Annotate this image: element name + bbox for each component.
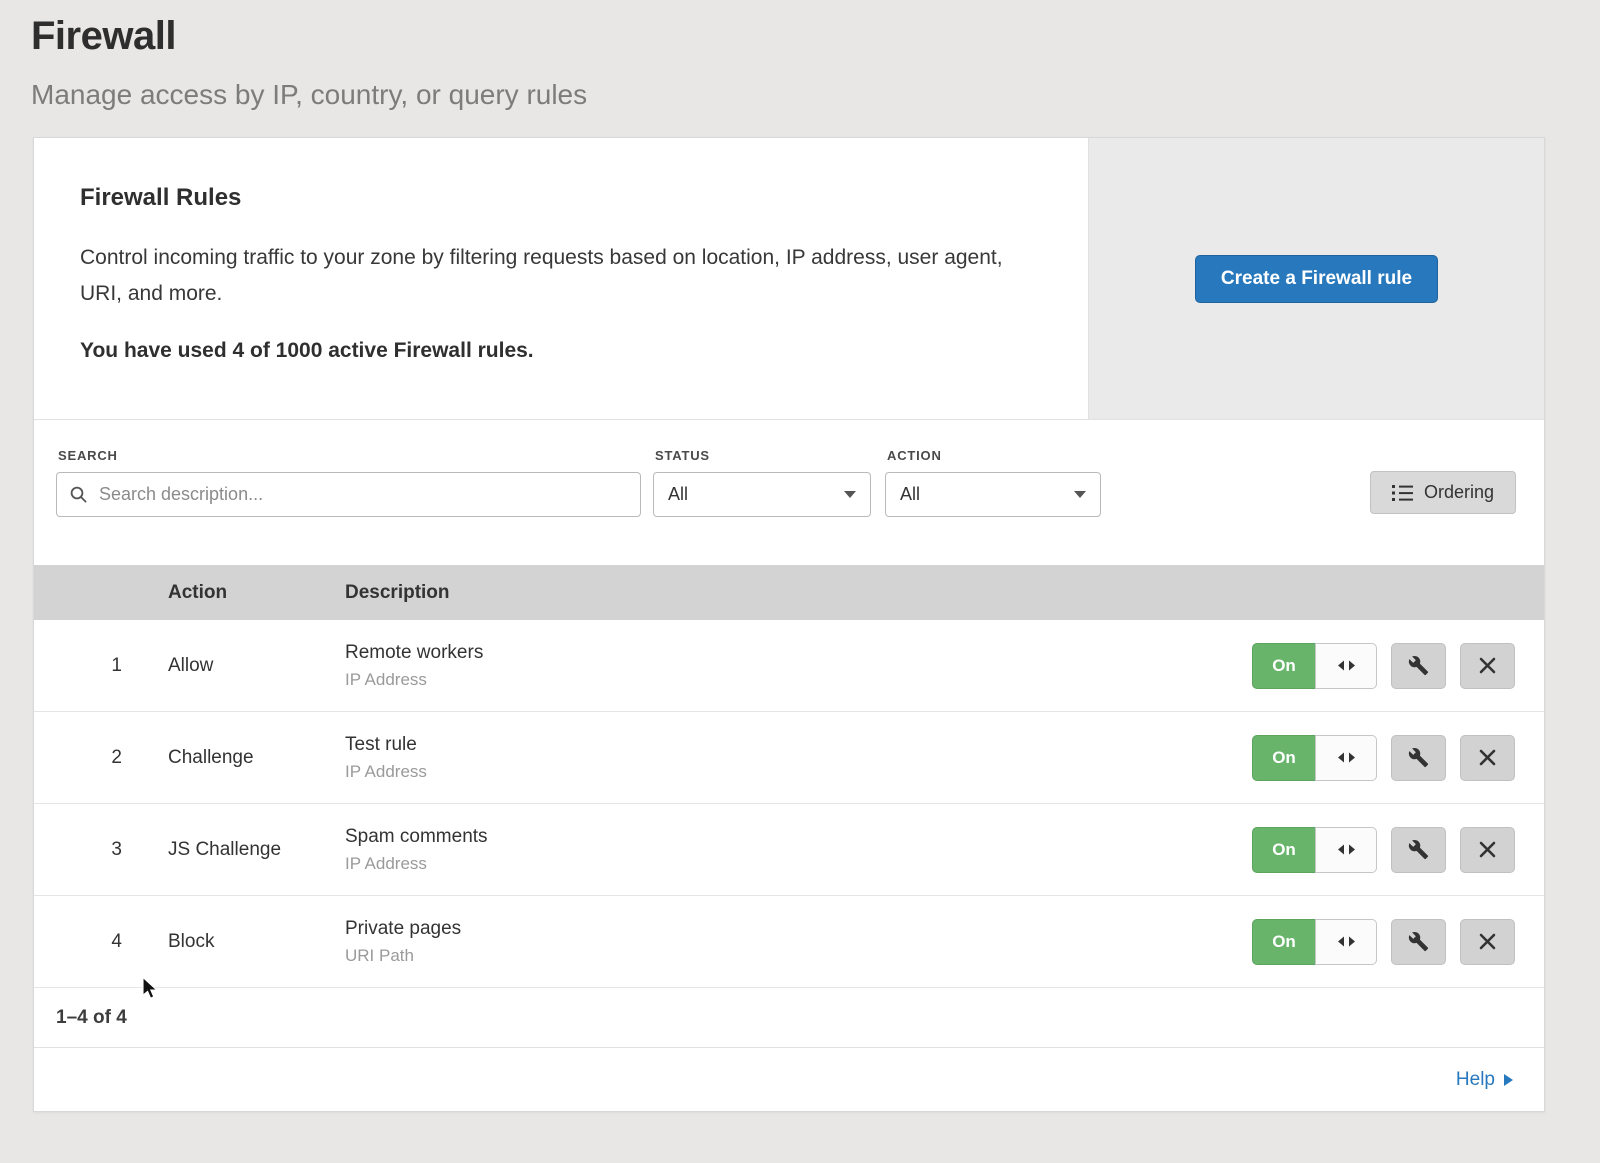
pagination: 1–4 of 4 <box>34 988 1544 1048</box>
wrench-icon <box>1408 931 1429 952</box>
rule-description-cell: Test rule IP Address <box>345 734 1252 782</box>
card-title: Firewall Rules <box>80 184 1028 212</box>
firewall-rules-info: Firewall Rules Control incoming traffic … <box>34 138 1088 419</box>
toggle-on-label[interactable]: On <box>1252 827 1315 873</box>
column-description: Description <box>345 582 1544 604</box>
rule-number: 1 <box>34 655 168 677</box>
status-select[interactable]: All <box>653 472 871 517</box>
rule-type: IP Address <box>345 762 1252 782</box>
status-value: All <box>668 484 688 505</box>
wrench-icon <box>1408 839 1429 860</box>
toggle-arrows-icon[interactable] <box>1315 643 1377 689</box>
rule-controls: On <box>1252 735 1515 781</box>
rule-toggle[interactable]: On <box>1252 827 1377 873</box>
close-icon <box>1479 657 1496 674</box>
help-row: Help <box>34 1048 1544 1111</box>
rule-number: 4 <box>34 931 168 953</box>
toggle-arrows-icon[interactable] <box>1315 827 1377 873</box>
rule-action: Challenge <box>168 747 345 769</box>
search-icon <box>69 485 88 504</box>
page-title: Firewall <box>31 14 1600 59</box>
rule-description-cell: Remote workers IP Address <box>345 642 1252 690</box>
firewall-card: Firewall Rules Control incoming traffic … <box>33 137 1545 1112</box>
toggle-arrows-icon[interactable] <box>1315 919 1377 965</box>
page-header: Firewall Manage access by IP, country, o… <box>0 0 1600 111</box>
rule-action: Block <box>168 931 345 953</box>
rule-type: IP Address <box>345 670 1252 690</box>
status-label: STATUS <box>655 448 871 463</box>
rule-description: Test rule <box>345 734 1252 756</box>
rule-description: Remote workers <box>345 642 1252 664</box>
card-description: Control incoming traffic to your zone by… <box>80 240 1028 311</box>
wrench-icon <box>1408 747 1429 768</box>
action-value: All <box>900 484 920 505</box>
rule-toggle[interactable]: On <box>1252 643 1377 689</box>
rule-toggle[interactable]: On <box>1252 735 1377 781</box>
edit-rule-button[interactable] <box>1391 643 1446 689</box>
delete-rule-button[interactable] <box>1460 643 1515 689</box>
close-icon <box>1479 933 1496 950</box>
help-label: Help <box>1456 1069 1495 1091</box>
rule-action: JS Challenge <box>168 839 345 861</box>
usage-text: You have used 4 of 1000 active Firewall … <box>80 339 1028 363</box>
create-rule-panel: Create a Firewall rule <box>1088 138 1544 419</box>
card-top-section: Firewall Rules Control incoming traffic … <box>34 138 1544 420</box>
wrench-icon <box>1408 655 1429 676</box>
ordered-list-icon <box>1392 484 1413 502</box>
ordering-label: Ordering <box>1424 482 1494 503</box>
column-action: Action <box>168 582 345 604</box>
delete-rule-button[interactable] <box>1460 827 1515 873</box>
search-filter-group: SEARCH <box>56 448 641 517</box>
help-link[interactable]: Help <box>1456 1069 1513 1091</box>
rule-number: 3 <box>34 839 168 861</box>
edit-rule-button[interactable] <box>1391 919 1446 965</box>
edit-rule-button[interactable] <box>1391 827 1446 873</box>
search-input[interactable] <box>97 483 628 506</box>
search-box[interactable] <box>56 472 641 517</box>
page-subtitle: Manage access by IP, country, or query r… <box>31 79 1600 111</box>
delete-rule-button[interactable] <box>1460 919 1515 965</box>
filter-bar: SEARCH STATUS All ACTION All <box>34 420 1544 565</box>
close-icon <box>1479 749 1496 766</box>
rule-controls: On <box>1252 827 1515 873</box>
action-label: ACTION <box>887 448 1101 463</box>
chevron-down-icon <box>844 491 856 499</box>
edit-rule-button[interactable] <box>1391 735 1446 781</box>
rule-type: IP Address <box>345 854 1252 874</box>
table-row: 3 JS Challenge Spam comments IP Address … <box>34 804 1544 896</box>
toggle-on-label[interactable]: On <box>1252 643 1315 689</box>
rule-controls: On <box>1252 919 1515 965</box>
table-row: 2 Challenge Test rule IP Address On <box>34 712 1544 804</box>
rule-description: Spam comments <box>345 826 1252 848</box>
rule-description-cell: Private pages URI Path <box>345 918 1252 966</box>
ordering-button[interactable]: Ordering <box>1370 471 1516 514</box>
action-select[interactable]: All <box>885 472 1101 517</box>
rule-description-cell: Spam comments IP Address <box>345 826 1252 874</box>
close-icon <box>1479 841 1496 858</box>
rule-description: Private pages <box>345 918 1252 940</box>
rule-toggle[interactable]: On <box>1252 919 1377 965</box>
toggle-on-label[interactable]: On <box>1252 919 1315 965</box>
table-row: 4 Block Private pages URI Path On <box>34 896 1544 988</box>
rule-type: URI Path <box>345 946 1252 966</box>
toggle-on-label[interactable]: On <box>1252 735 1315 781</box>
delete-rule-button[interactable] <box>1460 735 1515 781</box>
table-row: 1 Allow Remote workers IP Address On <box>34 620 1544 712</box>
search-label: SEARCH <box>58 448 641 463</box>
rule-controls: On <box>1252 643 1515 689</box>
rule-action: Allow <box>168 655 345 677</box>
status-filter-group: STATUS All <box>653 448 871 517</box>
create-firewall-rule-button[interactable]: Create a Firewall rule <box>1195 255 1438 303</box>
right-triangle-icon <box>1504 1074 1513 1086</box>
action-filter-group: ACTION All <box>885 448 1101 517</box>
chevron-down-icon <box>1074 491 1086 499</box>
toggle-arrows-icon[interactable] <box>1315 735 1377 781</box>
table-header: Action Description <box>34 565 1544 620</box>
rule-number: 2 <box>34 747 168 769</box>
